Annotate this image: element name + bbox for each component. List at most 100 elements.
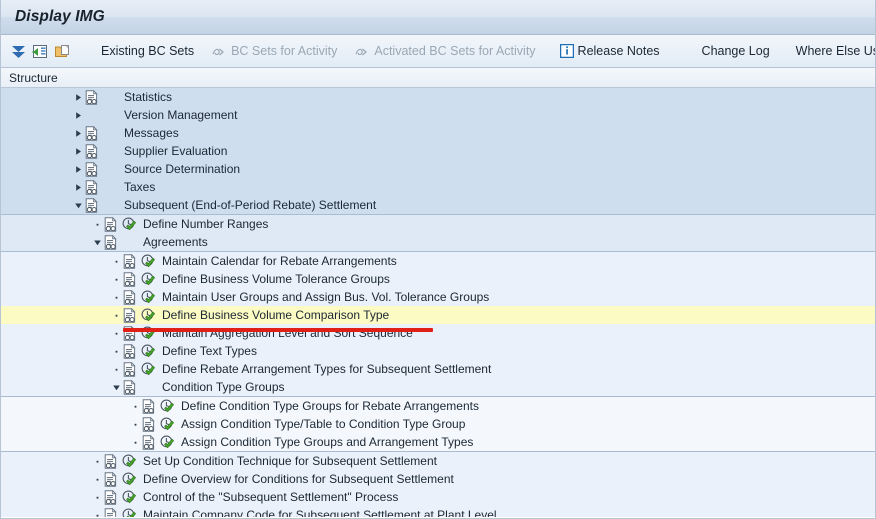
tree-node-define-rebate-arrangement-types-for-subsequent-settlement[interactable]: Define Rebate Arrangement Types for Subs…	[1, 360, 875, 378]
tree-node-label: Define Condition Type Groups for Rebate …	[181, 399, 479, 413]
chevron-right-icon[interactable]	[73, 124, 84, 142]
tree-node-maintain-calendar-for-rebate-arrangements[interactable]: Maintain Calendar for Rebate Arrangement…	[1, 252, 875, 270]
tree-node-label: Set Up Condition Technique for Subsequen…	[143, 454, 437, 468]
leaf-bullet-icon	[92, 488, 103, 506]
documentation-icon[interactable]	[141, 397, 157, 415]
img-activity-execute-icon[interactable]	[121, 452, 137, 470]
tree-node-control-of-the-subsequent-settlement-process[interactable]: Control of the "Subsequent Settlement" P…	[1, 488, 875, 506]
change-log-button[interactable]: Change Log	[693, 41, 779, 61]
documentation-icon[interactable]	[122, 324, 138, 342]
tree-node-define-text-types[interactable]: Define Text Types	[1, 342, 875, 360]
tree-node-condition-type-groups[interactable]: Condition Type Groups	[1, 378, 875, 396]
documentation-icon[interactable]	[84, 124, 100, 142]
tree-node-subsequent-settlement[interactable]: Subsequent (End-of-Period Rebate) Settle…	[1, 196, 875, 214]
documentation-icon[interactable]	[84, 196, 100, 214]
chevron-down-icon[interactable]	[111, 378, 122, 396]
leaf-bullet-icon	[92, 215, 103, 233]
tree-node-define-overview-for-conditions-for-subsequent-settlement[interactable]: Define Overview for Conditions for Subse…	[1, 470, 875, 488]
img-activity-execute-icon[interactable]	[140, 306, 156, 324]
documentation-icon[interactable]	[103, 470, 119, 488]
existing-bc-sets-button[interactable]: Existing BC Sets	[92, 41, 203, 61]
tree-node-define-business-volume-comparison-type[interactable]: Define Business Volume Comparison Type	[1, 306, 875, 324]
documentation-icon[interactable]	[103, 452, 119, 470]
chevron-right-icon[interactable]	[73, 160, 84, 178]
tree-node-source-determination[interactable]: Source Determination	[1, 160, 875, 178]
img-activity-execute-icon[interactable]	[140, 252, 156, 270]
activated-bc-sets-for-activity-label: Activated BC Sets for Activity	[374, 44, 536, 58]
documentation-icon[interactable]	[103, 488, 119, 506]
img-activity-execute-icon[interactable]	[140, 324, 156, 342]
tree-node-maintain-company-code-for-subsequent-settlement-at-plant-level[interactable]: Maintain Company Code for Subsequent Set…	[1, 506, 875, 517]
tree-node-version-management[interactable]: Version Management	[1, 106, 875, 124]
img-activity-execute-icon[interactable]	[121, 488, 137, 506]
tree-node-maintain-aggregation-level-and-sort-sequence[interactable]: Maintain Aggregation Level and Sort Sequ…	[1, 324, 875, 342]
activated-bc-sets-for-activity-button[interactable]: Activated BC Sets for Activity	[346, 41, 544, 61]
tree-node-assign-condition-type-groups-and-arrangement-types[interactable]: Assign Condition Type Groups and Arrange…	[1, 433, 875, 451]
documentation-icon[interactable]	[122, 288, 138, 306]
tree-node-label: Define Number Ranges	[143, 217, 269, 231]
tree-node-label: Define Rebate Arrangement Types for Subs…	[162, 362, 492, 376]
documentation-icon[interactable]	[84, 88, 100, 106]
tree-node-assign-condition-type-table-to-condition-type-group[interactable]: Assign Condition Type/Table to Condition…	[1, 415, 875, 433]
img-activity-execute-icon[interactable]	[159, 433, 175, 451]
tree-node-define-business-volume-tolerance-groups[interactable]: Define Business Volume Tolerance Groups	[1, 270, 875, 288]
documentation-icon[interactable]	[103, 215, 119, 233]
tree-node-label: Messages	[124, 126, 179, 140]
tree-node-taxes[interactable]: Taxes	[1, 178, 875, 196]
tree-node-set-up-condition-technique-for-subsequent-settlement[interactable]: Set Up Condition Technique for Subsequen…	[1, 452, 875, 470]
bc-sets-for-activity-label: BC Sets for Activity	[231, 44, 338, 58]
chevron-down-icon[interactable]	[73, 196, 84, 214]
release-notes-label: Release Notes	[577, 44, 660, 58]
tree-node-define-number-ranges[interactable]: Define Number Ranges	[1, 215, 875, 233]
release-notes-button[interactable]: Release Notes	[551, 41, 669, 61]
leaf-bullet-icon	[130, 415, 141, 433]
chevron-down-icon[interactable]	[92, 233, 103, 251]
chevron-right-icon[interactable]	[73, 178, 84, 196]
tree-node-define-condition-type-groups-for-rebate-arrangements[interactable]: Define Condition Type Groups for Rebate …	[1, 397, 875, 415]
tree-node-maintain-user-groups-and-assign-bus-vol-tolerance-groups[interactable]: Maintain User Groups and Assign Bus. Vol…	[1, 288, 875, 306]
documentation-icon[interactable]	[84, 178, 100, 196]
chevron-right-icon[interactable]	[73, 106, 84, 124]
tree-node-messages[interactable]: Messages	[1, 124, 875, 142]
bc-sets-for-activity-button[interactable]: BC Sets for Activity	[203, 41, 346, 61]
leaf-bullet-icon	[111, 306, 122, 324]
tree-node-statistics[interactable]: Statistics	[1, 88, 875, 106]
documentation-icon[interactable]	[84, 160, 100, 178]
img-activity-execute-icon[interactable]	[121, 470, 137, 488]
img-activity-execute-icon[interactable]	[121, 506, 137, 517]
expand-node-icon[interactable]	[32, 40, 49, 62]
documentation-icon[interactable]	[103, 506, 119, 517]
documentation-icon[interactable]	[141, 433, 157, 451]
documentation-icon[interactable]	[84, 142, 100, 160]
documentation-icon[interactable]	[103, 233, 119, 251]
leaf-bullet-icon	[111, 342, 122, 360]
collapse-all-icon[interactable]	[10, 40, 27, 62]
img-structure-tree[interactable]: Statistics Version Management Messages Supp…	[1, 88, 875, 517]
structure-header-label: Structure	[9, 70, 58, 85]
documentation-icon[interactable]	[122, 378, 138, 396]
where-else-used-button[interactable]: Where Else Used	[787, 41, 875, 61]
tree-node-agreements[interactable]: Agreements	[1, 233, 875, 251]
tree-node-label: Subsequent (End-of-Period Rebate) Settle…	[124, 198, 377, 212]
img-activity-execute-icon[interactable]	[140, 270, 156, 288]
documentation-icon[interactable]	[122, 270, 138, 288]
leaf-bullet-icon	[111, 360, 122, 378]
tree-node-label: Agreements	[143, 235, 208, 249]
img-activity-execute-icon[interactable]	[159, 415, 175, 433]
folder-copy-icon[interactable]	[54, 40, 71, 62]
tree-node-supplier-evaluation[interactable]: Supplier Evaluation	[1, 142, 875, 160]
documentation-icon[interactable]	[122, 306, 138, 324]
img-activity-execute-icon[interactable]	[140, 360, 156, 378]
chevron-right-icon[interactable]	[73, 142, 84, 160]
chevron-right-icon[interactable]	[73, 88, 84, 106]
documentation-icon[interactable]	[122, 342, 138, 360]
documentation-icon[interactable]	[122, 360, 138, 378]
img-activity-execute-icon[interactable]	[140, 342, 156, 360]
img-activity-execute-icon[interactable]	[159, 397, 175, 415]
tree-node-label: Assign Condition Type/Table to Condition…	[181, 417, 466, 431]
img-activity-execute-icon[interactable]	[121, 215, 137, 233]
img-activity-execute-icon[interactable]	[140, 288, 156, 306]
tree-node-label: Define Overview for Conditions for Subse…	[143, 472, 454, 486]
documentation-icon[interactable]	[141, 415, 157, 433]
documentation-icon[interactable]	[122, 252, 138, 270]
